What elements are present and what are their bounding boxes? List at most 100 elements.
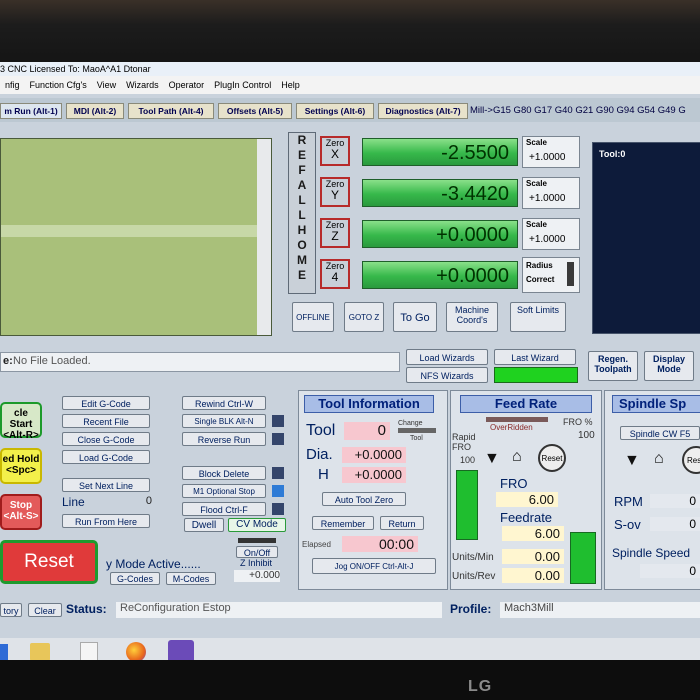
mcodes-button[interactable]: M-Codes	[166, 572, 216, 585]
rapid-fro-slider[interactable]	[456, 470, 478, 540]
clear-button[interactable]: Clear	[28, 603, 62, 617]
zero-4-button[interactable]: Zero 4	[320, 259, 350, 289]
remember-button[interactable]: Remember	[312, 516, 374, 530]
file-explorer-icon[interactable]	[30, 643, 50, 661]
zero-x-button[interactable]: Zero X	[320, 136, 350, 166]
firefox-icon[interactable]	[126, 642, 146, 662]
height-value[interactable]: +0.0000	[342, 467, 406, 483]
z-inhibit-onoff-button[interactable]: On/Off	[236, 546, 278, 558]
block-delete-button[interactable]: Block Delete	[182, 466, 266, 480]
axis-label: Z	[331, 229, 339, 243]
soft-limits-button[interactable]: Soft Limits	[510, 302, 566, 332]
s-override-value[interactable]: 0	[650, 517, 700, 531]
load-wizards-button[interactable]: Load Wizards	[406, 349, 488, 365]
menu-operator[interactable]: Operator	[164, 76, 210, 94]
recent-file-button[interactable]: Recent File	[62, 414, 150, 428]
m1-optional-stop-led	[272, 485, 284, 497]
reset-button[interactable]: Reset	[0, 540, 98, 584]
feed-override-slider[interactable]	[570, 532, 596, 584]
dro-4[interactable]: +0.0000	[362, 261, 518, 289]
start-icon[interactable]	[0, 644, 8, 660]
regen-toolpath-button[interactable]: Regen. Toolpath	[588, 351, 638, 381]
units-per-rev-value: 0.00	[502, 568, 564, 583]
document-icon[interactable]	[80, 642, 98, 662]
dro-z[interactable]: +0.0000	[362, 220, 518, 248]
m1-optional-stop-button[interactable]: M1 Optional Stop	[182, 484, 266, 498]
mach3-taskbar-icon[interactable]	[168, 640, 194, 662]
z-inhibit-value[interactable]: +0.000	[234, 570, 280, 582]
feed-reset-button[interactable]: Reset	[538, 444, 566, 472]
ref-all-home-button[interactable]: R E F A L L H O M E	[288, 132, 316, 294]
menu-plugin-control[interactable]: PlugIn Control	[209, 76, 276, 94]
flood-button[interactable]: Flood Ctrl-F	[182, 502, 266, 516]
feed-hold-button[interactable]: ed Hold <Spc>	[0, 448, 42, 484]
spindle-down-arrow-icon[interactable]: ▼	[624, 452, 640, 470]
line-value[interactable]: 0	[96, 495, 152, 509]
spindle-speed-value[interactable]: 0	[640, 564, 700, 578]
menu-help[interactable]: Help	[276, 76, 305, 94]
status-bar: tory Clear Status: ReConfiguration Estop…	[0, 598, 700, 622]
to-go-button[interactable]: To Go	[393, 302, 437, 332]
radius-correct-button[interactable]: Radius Correct	[522, 257, 580, 293]
jog-toggle-button[interactable]: Jog ON/OFF Ctrl-Alt-J	[312, 558, 436, 574]
last-wizard-button[interactable]: Last Wizard	[494, 349, 576, 365]
s-override-label: S-ov	[614, 517, 641, 532]
zero-y-button[interactable]: Zero Y	[320, 177, 350, 207]
close-gcode-button[interactable]: Close G-Code	[62, 432, 150, 446]
cycle-start-button[interactable]: cle Start <Alt-R>	[0, 402, 42, 441]
gcode-display[interactable]	[0, 138, 272, 336]
height-label: H	[318, 466, 329, 483]
tab-tool-path[interactable]: Tool Path (Alt-4)	[128, 103, 214, 119]
goto-z-button[interactable]: GOTO Z	[344, 302, 384, 332]
offline-button[interactable]: OFFLINE	[292, 302, 334, 332]
scale-value: +1.0000	[529, 234, 566, 245]
feedrate-value[interactable]: 6.00	[502, 526, 564, 541]
rewind-button[interactable]: Rewind Ctrl-W	[182, 396, 266, 410]
tab-settings[interactable]: Settings (Alt-6)	[296, 103, 374, 119]
file-row: e: No File Loaded.	[0, 352, 400, 372]
single-block-button[interactable]: Single BLK Alt-N	[182, 414, 266, 428]
reverse-run-button[interactable]: Reverse Run	[182, 432, 266, 446]
rpm-value[interactable]: 0	[650, 494, 700, 508]
set-next-line-button[interactable]: Set Next Line	[62, 478, 150, 492]
scale-y[interactable]: Scale +1.0000	[522, 177, 580, 209]
tool-number[interactable]: 0	[344, 422, 390, 440]
tab-offsets[interactable]: Offsets (Alt-5)	[218, 103, 292, 119]
tab-mdi[interactable]: MDI (Alt-2)	[66, 103, 124, 119]
cv-mode-button[interactable]: CV Mode	[228, 518, 286, 532]
spindle-home-icon[interactable]: ⌂	[654, 450, 664, 468]
display-mode-button[interactable]: Display Mode	[644, 351, 694, 381]
nfs-wizards-button[interactable]: NFS Wizards	[406, 367, 488, 383]
tab-program-run[interactable]: m Run (Alt-1)	[0, 103, 62, 119]
gcodes-button[interactable]: G-Codes	[110, 572, 160, 585]
stop-button[interactable]: Stop <Alt-S>	[0, 494, 42, 530]
load-gcode-button[interactable]: Load G-Code	[62, 450, 150, 464]
auto-tool-zero-button[interactable]: Auto Tool Zero	[322, 492, 406, 506]
dro-y[interactable]: -3.4420	[362, 179, 518, 207]
zero-z-button[interactable]: Zero Z	[320, 218, 350, 248]
run-from-here-button[interactable]: Run From Here	[62, 514, 150, 528]
machine-coords-button[interactable]: Machine Coord's	[446, 302, 498, 332]
rapid-fro-value: 100	[460, 455, 476, 465]
menu-function-cfg[interactable]: Function Cfg's	[25, 76, 92, 94]
scale-x[interactable]: Scale +1.0000	[522, 136, 580, 168]
scale-z[interactable]: Scale +1.0000	[522, 218, 580, 250]
profile-label: Profile:	[450, 602, 492, 616]
feed-home-icon[interactable]: ⌂	[512, 448, 522, 466]
window-title: 3 CNC Licensed To: MaoA^A1 Dtonar	[0, 64, 151, 74]
menu-wizards[interactable]: Wizards	[121, 76, 164, 94]
gcode-scrollbar[interactable]	[257, 139, 271, 335]
history-button[interactable]: tory	[0, 603, 22, 617]
feed-down-arrow-icon[interactable]: ▼	[484, 450, 500, 468]
fro-value[interactable]: 6.00	[496, 492, 558, 507]
dwell-button[interactable]: Dwell	[184, 518, 224, 532]
menu-config[interactable]: nfig	[0, 76, 25, 94]
menu-view[interactable]: View	[92, 76, 121, 94]
return-button[interactable]: Return	[380, 516, 424, 530]
spindle-cw-button[interactable]: Spindle CW F5	[620, 426, 700, 440]
edit-gcode-button[interactable]: Edit G-Code	[62, 396, 150, 410]
diameter-value[interactable]: +0.0000	[342, 447, 406, 463]
tab-diagnostics[interactable]: Diagnostics (Alt-7)	[378, 103, 468, 119]
wizard-status-led	[494, 367, 578, 383]
dro-x[interactable]: -2.5500	[362, 138, 518, 166]
